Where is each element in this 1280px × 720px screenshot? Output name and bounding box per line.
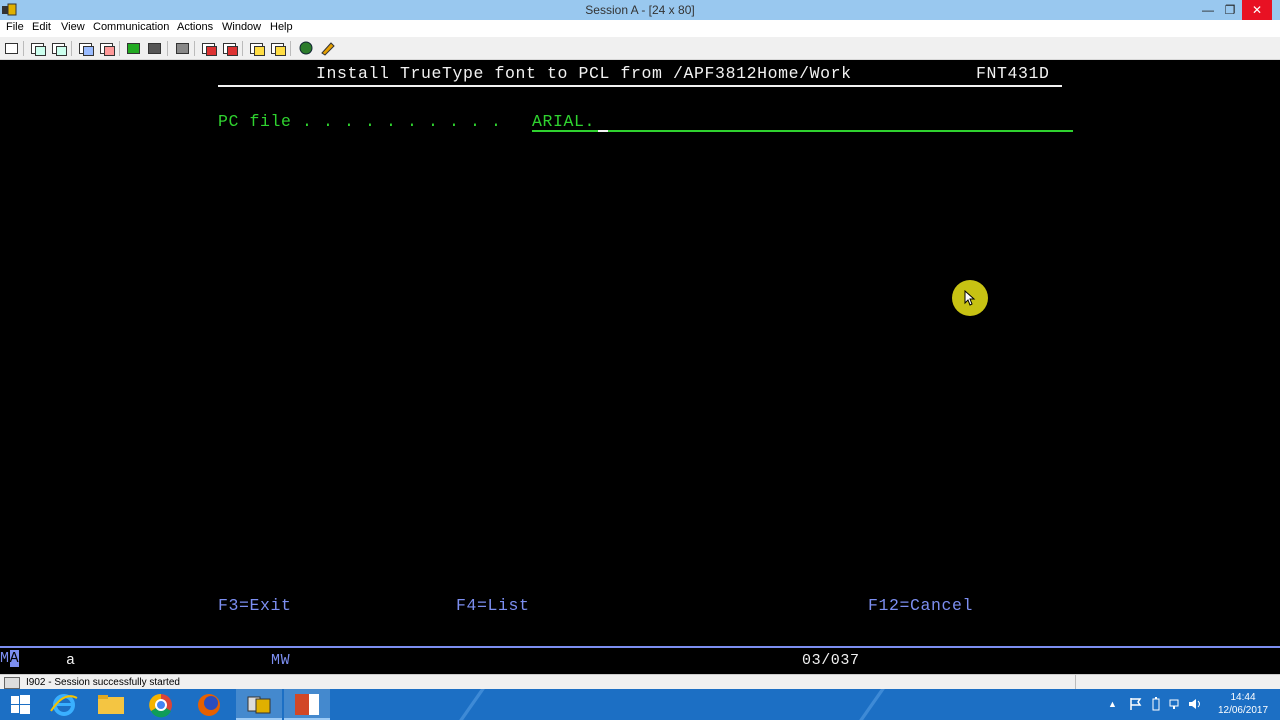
toolbar-separator bbox=[119, 41, 120, 56]
network-icon[interactable] bbox=[1167, 697, 1181, 711]
menu-window[interactable]: Window bbox=[222, 21, 261, 33]
folder-icon bbox=[98, 695, 124, 714]
firefox-button[interactable] bbox=[186, 689, 232, 720]
taskbar-decoration bbox=[459, 689, 485, 720]
toolbar-separator bbox=[290, 41, 291, 56]
oia-indicator: MW bbox=[271, 652, 291, 669]
receive-file-icon[interactable] bbox=[98, 40, 115, 56]
menu-view[interactable]: View bbox=[61, 21, 85, 33]
oia-cursor-position: 03/037 bbox=[802, 652, 860, 669]
windows-logo-icon bbox=[11, 695, 30, 714]
internet-explorer-button[interactable] bbox=[41, 689, 87, 720]
clock-time: 14:44 bbox=[1230, 692, 1256, 703]
screen-icon[interactable] bbox=[146, 40, 163, 56]
tray-show-hidden-icon[interactable]: ▲ bbox=[1108, 699, 1117, 709]
screen-code: FNT431D bbox=[976, 64, 1050, 83]
customize-icon[interactable] bbox=[319, 40, 336, 56]
session-status-icon bbox=[4, 677, 20, 689]
mouse-pointer-highlight bbox=[952, 280, 988, 316]
powerpoint-icon bbox=[295, 694, 319, 715]
status-bar: I902 - Session successfully started bbox=[0, 674, 1280, 690]
volume-icon[interactable] bbox=[1187, 697, 1203, 711]
chrome-icon bbox=[149, 693, 172, 718]
clock-date: 12/06/2017 bbox=[1217, 705, 1269, 716]
keyboard-icon[interactable] bbox=[174, 40, 191, 56]
menu-actions[interactable]: Actions bbox=[177, 21, 213, 33]
toolbar bbox=[0, 37, 1280, 60]
web-icon[interactable] bbox=[298, 40, 315, 56]
status-separator bbox=[1075, 675, 1076, 690]
macro-record-icon[interactable] bbox=[200, 40, 217, 56]
taskbar: ▲ 14:44 12/06/2017 bbox=[0, 689, 1280, 720]
macro-edit-icon[interactable] bbox=[269, 40, 286, 56]
maximize-button[interactable]: ❐ bbox=[1217, 0, 1243, 20]
toolbar-separator bbox=[23, 41, 24, 56]
start-button[interactable] bbox=[0, 689, 46, 720]
action-center-flag-icon[interactable] bbox=[1129, 697, 1143, 711]
pc-file-input[interactable]: ARIAL. bbox=[532, 110, 1073, 132]
menu-communication[interactable]: Communication bbox=[93, 21, 169, 33]
window-title-bar[interactable]: Session A - [24 x 80] — ❐ ✕ bbox=[0, 0, 1280, 20]
screen-header: Install TrueType font to PCL from /APF38… bbox=[218, 64, 1062, 87]
menu-file[interactable]: File bbox=[6, 21, 24, 33]
macro-stop-icon[interactable] bbox=[221, 40, 238, 56]
taskbar-decoration bbox=[859, 689, 885, 720]
mouse-cursor-icon bbox=[964, 290, 976, 306]
window-title: Session A - [24 x 80] bbox=[585, 3, 695, 17]
menu-help[interactable]: Help bbox=[270, 21, 293, 33]
oia-session: a bbox=[66, 652, 76, 669]
status-message: I902 - Session successfully started bbox=[26, 677, 180, 688]
oia-mode: MA bbox=[0, 650, 20, 670]
menu-bar: File Edit View Communication Actions Win… bbox=[0, 20, 1280, 37]
internet-explorer-icon bbox=[50, 694, 78, 716]
text-cursor bbox=[598, 130, 608, 132]
session-app-icon bbox=[247, 696, 271, 714]
oia-mode-prefix: M bbox=[0, 650, 10, 667]
paste-icon[interactable] bbox=[50, 40, 67, 56]
display-icon[interactable] bbox=[125, 40, 142, 56]
toolbar-separator bbox=[167, 41, 168, 56]
toolbar-separator bbox=[242, 41, 243, 56]
taskbar-clock[interactable]: 14:44 12/06/2017 bbox=[1208, 691, 1278, 717]
oia-mode-highlight: A bbox=[9, 650, 20, 667]
battery-icon[interactable] bbox=[1149, 697, 1163, 711]
f12-cancel-key[interactable]: F12=Cancel bbox=[868, 596, 973, 615]
powerpoint-button[interactable] bbox=[284, 689, 330, 720]
pc-file-value: ARIAL. bbox=[532, 112, 596, 131]
toolbar-separator bbox=[194, 41, 195, 56]
firefox-icon bbox=[198, 694, 220, 716]
operator-info-area: MA a MW 03/037 bbox=[0, 646, 1280, 674]
f3-exit-key[interactable]: F3=Exit bbox=[218, 596, 292, 615]
terminal-screen[interactable]: Install TrueType font to PCL from /APF38… bbox=[0, 60, 1280, 646]
f4-list-key[interactable]: F4=List bbox=[456, 596, 530, 615]
macro-play-icon[interactable] bbox=[248, 40, 265, 56]
toolbar-separator bbox=[71, 41, 72, 56]
print-screen-icon[interactable] bbox=[3, 40, 20, 56]
screen-title: Install TrueType font to PCL from /APF38… bbox=[316, 64, 852, 83]
file-explorer-button[interactable] bbox=[88, 689, 134, 720]
pc-file-label: PC file . . . . . . . . . . bbox=[218, 112, 502, 131]
chrome-button[interactable] bbox=[138, 689, 184, 720]
close-button[interactable]: ✕ bbox=[1242, 0, 1272, 20]
send-file-icon[interactable] bbox=[77, 40, 94, 56]
session-a-taskbar-button[interactable] bbox=[236, 689, 282, 720]
menu-edit[interactable]: Edit bbox=[32, 21, 51, 33]
copy-icon[interactable] bbox=[29, 40, 46, 56]
